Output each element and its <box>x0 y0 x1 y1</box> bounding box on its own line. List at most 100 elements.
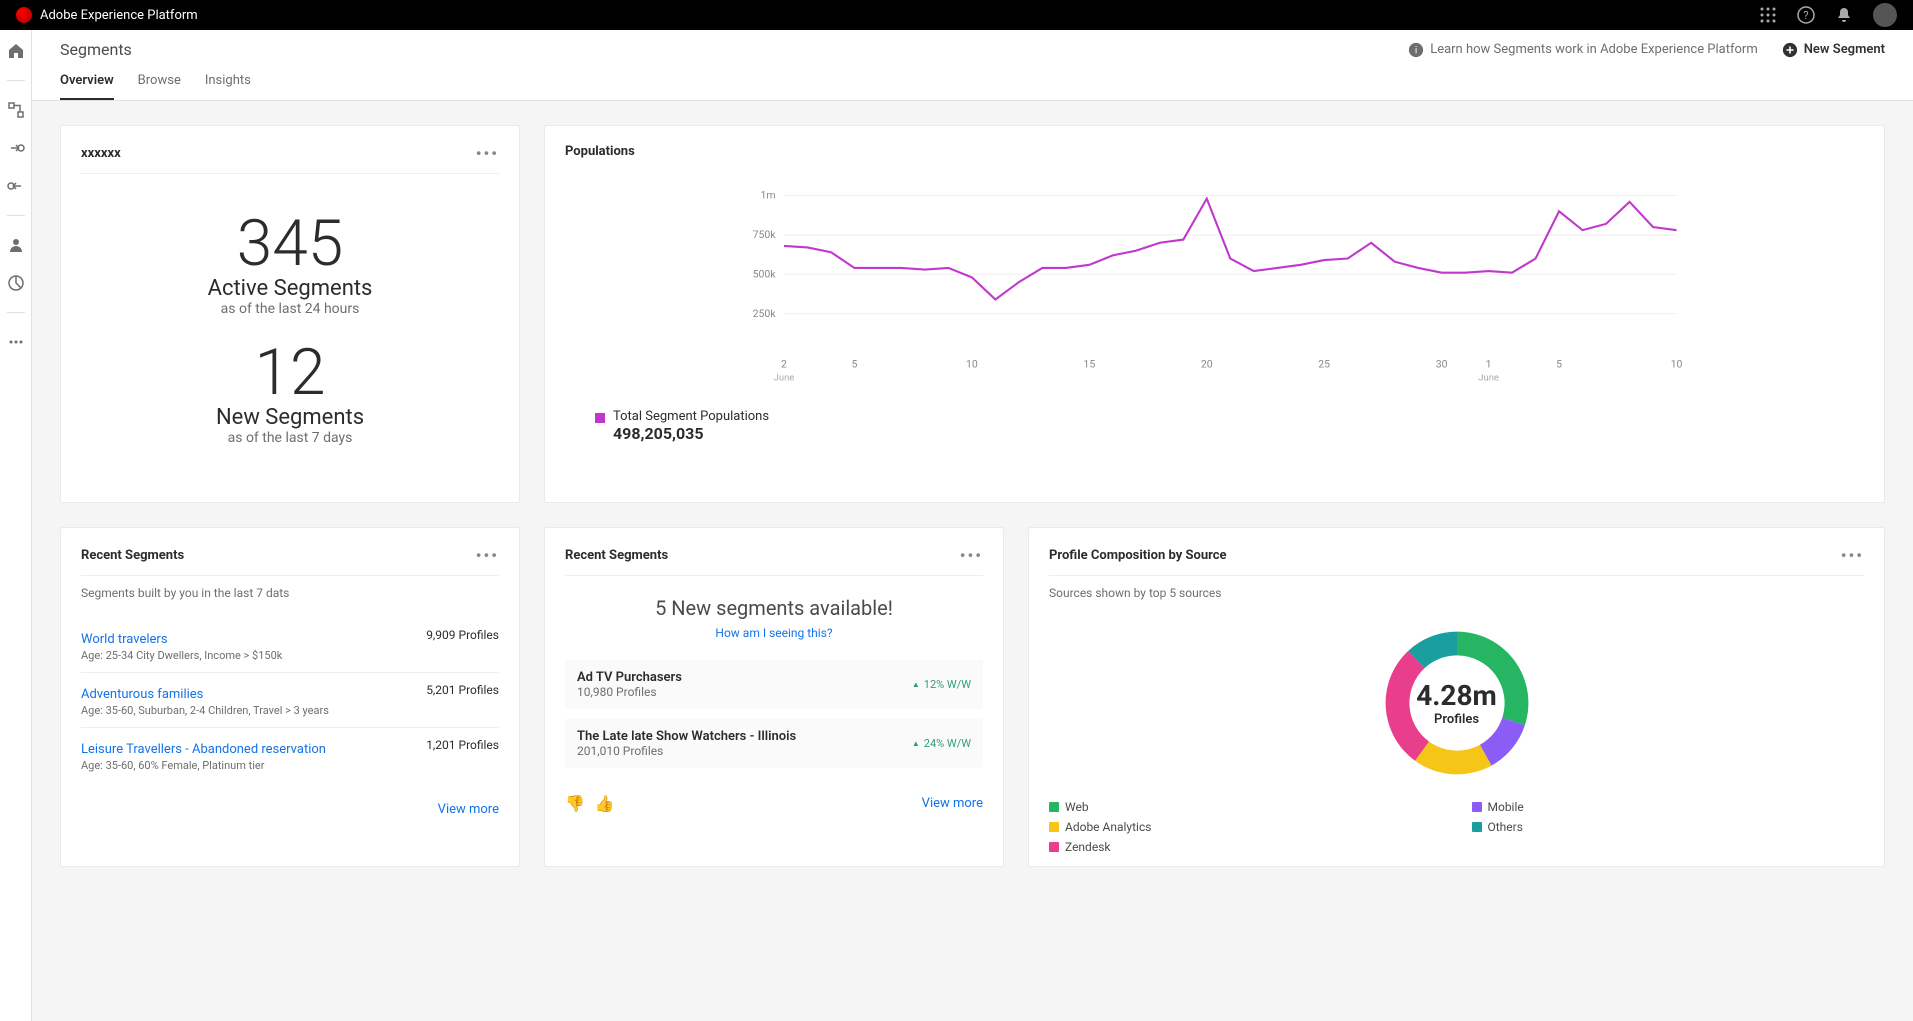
svg-text:2: 2 <box>781 358 787 371</box>
populations-card: Populations 250k500k750k1m25101520253015… <box>544 125 1885 503</box>
data-out-icon[interactable] <box>7 177 25 195</box>
segment-link[interactable]: World travelers <box>81 632 168 647</box>
active-segments-sub: as of the last 24 hours <box>81 301 499 317</box>
segment-link[interactable]: Leisure Travellers - Abandoned reservati… <box>81 742 326 757</box>
composition-title: Profile Composition by Source <box>1049 548 1227 563</box>
svg-text:5: 5 <box>1556 358 1562 371</box>
svg-text:1m: 1m <box>760 189 775 202</box>
segment-count: 9,909 Profiles <box>426 628 499 642</box>
workflow-icon[interactable] <box>7 101 25 119</box>
svg-text:1: 1 <box>1486 358 1492 371</box>
available-headline: 5 New segments available! <box>565 596 983 620</box>
view-more-link[interactable]: View more <box>922 796 983 811</box>
svg-text:5: 5 <box>852 358 858 371</box>
thumbs-down-icon[interactable]: 👎 <box>565 794 585 813</box>
recent-segments-card: Recent Segments ••• Segments built by yo… <box>60 527 520 867</box>
metrics-card-title: xxxxxx <box>81 146 121 161</box>
svg-text:500k: 500k <box>753 267 777 280</box>
populations-line-chart: 250k500k750k1m2510152025301510JuneJune <box>565 185 1864 395</box>
svg-text:June: June <box>1478 372 1499 383</box>
donut-legend-item: Mobile <box>1472 800 1865 814</box>
segment-list-item: World travelers Age: 25-34 City Dwellers… <box>81 618 499 672</box>
help-icon[interactable]: ? <box>1797 6 1815 24</box>
available-segment-item[interactable]: Ad TV Purchasers 10,980 Profiles 12% W/W <box>565 660 983 709</box>
donut-center-value: 4.28m <box>1416 679 1497 712</box>
svg-text:i: i <box>1415 45 1417 56</box>
legend-series-name: Total Segment Populations <box>613 409 769 424</box>
plus-circle-icon <box>1782 42 1798 58</box>
available-segment-name: Ad TV Purchasers <box>577 670 682 685</box>
more-icon[interactable] <box>7 333 25 351</box>
metrics-card: xxxxxx ••• 345 Active Segments as of the… <box>60 125 520 503</box>
card-more-button[interactable]: ••• <box>1841 546 1864 565</box>
populations-title: Populations <box>565 144 635 159</box>
segment-desc: Age: 25-34 City Dwellers, Income > $150k <box>81 649 282 662</box>
available-segment-profiles: 201,010 Profiles <box>577 744 796 758</box>
top-bar: Adobe Experience Platform ? <box>0 0 1913 30</box>
apps-grid-icon[interactable] <box>1759 6 1777 24</box>
card-more-button[interactable]: ••• <box>476 144 499 163</box>
donut-legend-item: Others <box>1472 820 1865 834</box>
new-segment-button[interactable]: New Segment <box>1782 42 1885 58</box>
svg-text:25: 25 <box>1318 358 1330 371</box>
segment-desc: Age: 35-60, Suburban, 2-4 Children, Trav… <box>81 704 329 717</box>
segment-count: 5,201 Profiles <box>426 683 499 697</box>
donut-legend-item: Adobe Analytics <box>1049 820 1442 834</box>
tab-overview[interactable]: Overview <box>60 67 114 100</box>
card-more-button[interactable]: ••• <box>476 546 499 565</box>
data-in-icon[interactable] <box>7 139 25 157</box>
composition-card: Profile Composition by Source ••• Source… <box>1028 527 1885 867</box>
new-segments-sub: as of the last 7 days <box>81 430 499 446</box>
learn-link[interactable]: i Learn how Segments work in Adobe Exper… <box>1408 42 1758 58</box>
info-icon: i <box>1408 42 1424 58</box>
segment-count: 1,201 Profiles <box>426 738 499 752</box>
tab-insights[interactable]: Insights <box>205 67 251 100</box>
new-segments-label: New Segments <box>81 405 499 430</box>
tabs: Overview Browse Insights <box>60 67 1885 100</box>
svg-text:10: 10 <box>1671 358 1683 371</box>
segment-desc: Age: 35-60, 60% Female, Platinum tier <box>81 759 326 772</box>
segment-nav-icon[interactable] <box>7 274 25 292</box>
segment-list-item: Adventurous families Age: 35-60, Suburba… <box>81 672 499 727</box>
adobe-logo-icon <box>16 7 32 23</box>
how-seeing-link[interactable]: How am I seeing this? <box>565 626 983 640</box>
legend-series-value: 498,205,035 <box>613 424 769 443</box>
available-segment-name: The Late late Show Watchers - Illinois <box>577 729 796 744</box>
segment-list-item: Leisure Travellers - Abandoned reservati… <box>81 727 499 782</box>
thumbs-up-icon[interactable]: 👍 <box>595 794 615 813</box>
svg-text:20: 20 <box>1201 358 1213 371</box>
page-title: Segments <box>60 40 132 59</box>
left-rail <box>0 30 32 1021</box>
recent-segments-subtitle: Segments built by you in the last 7 dats <box>81 586 499 600</box>
svg-text:?: ? <box>1803 9 1808 22</box>
legend-swatch <box>595 413 605 423</box>
segment-link[interactable]: Adventurous families <box>81 687 203 702</box>
profile-icon[interactable] <box>7 236 25 254</box>
tab-browse[interactable]: Browse <box>138 67 181 100</box>
page-header: Segments i Learn how Segments work in Ad… <box>32 30 1913 101</box>
donut-legend-item: Web <box>1049 800 1442 814</box>
active-segments-count: 345 <box>81 212 499 276</box>
svg-text:750k: 750k <box>753 228 777 241</box>
svg-text:30: 30 <box>1436 358 1448 371</box>
card-more-button[interactable]: ••• <box>960 546 983 565</box>
donut-center-label: Profiles <box>1416 712 1497 727</box>
composition-subtitle: Sources shown by top 5 sources <box>1049 586 1864 600</box>
app-title: Adobe Experience Platform <box>40 8 198 23</box>
available-segments-card: Recent Segments ••• 5 New segments avail… <box>544 527 1004 867</box>
user-avatar[interactable] <box>1873 3 1897 27</box>
active-segments-label: Active Segments <box>81 276 499 301</box>
svg-text:250k: 250k <box>753 307 777 320</box>
available-segment-profiles: 10,980 Profiles <box>577 685 682 699</box>
donut-legend-item: Zendesk <box>1049 840 1442 854</box>
available-segments-title: Recent Segments <box>565 548 668 563</box>
available-segment-delta: 12% W/W <box>912 678 971 691</box>
svg-text:15: 15 <box>1083 358 1095 371</box>
home-icon[interactable] <box>7 42 25 60</box>
new-segments-count: 12 <box>81 341 499 405</box>
svg-text:June: June <box>774 372 795 383</box>
available-segment-delta: 24% W/W <box>912 737 971 750</box>
view-more-link[interactable]: View more <box>81 802 499 817</box>
bell-icon[interactable] <box>1835 6 1853 24</box>
available-segment-item[interactable]: The Late late Show Watchers - Illinois 2… <box>565 719 983 768</box>
